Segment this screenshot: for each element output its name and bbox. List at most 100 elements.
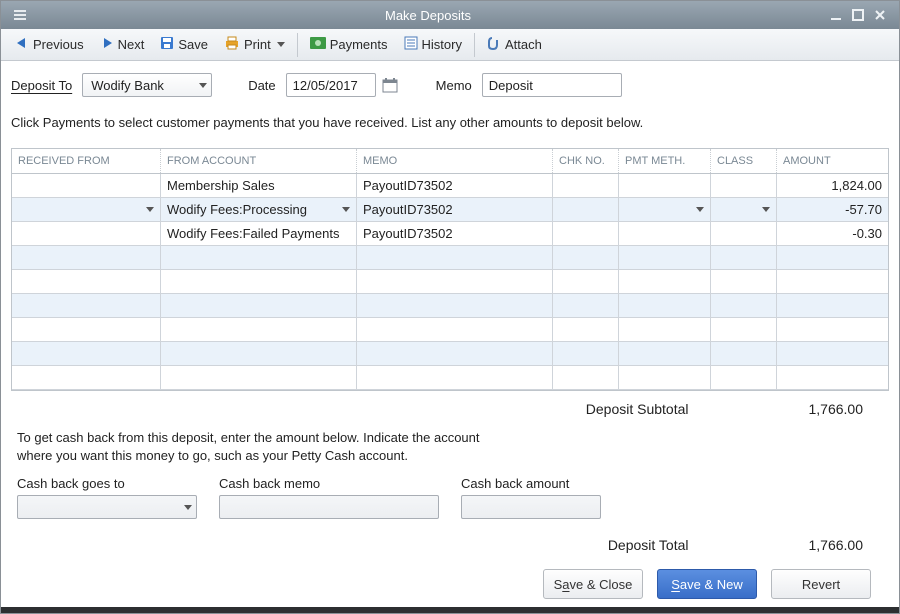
table-cell[interactable] [618,318,710,341]
table-cell[interactable] [552,198,618,221]
table-row[interactable] [12,366,888,390]
table-cell[interactable] [356,318,552,341]
col-memo[interactable]: MEMO [356,149,552,173]
col-pmt-meth[interactable]: PMT METH. [618,149,710,173]
table-cell[interactable] [12,270,160,293]
table-cell[interactable] [710,222,776,245]
table-cell[interactable]: -57.70 [776,198,888,221]
table-cell[interactable] [552,270,618,293]
table-cell[interactable] [12,198,160,221]
table-cell[interactable]: 1,824.00 [776,174,888,197]
table-cell[interactable] [618,198,710,221]
table-cell[interactable] [12,222,160,245]
table-cell[interactable] [710,294,776,317]
table-cell[interactable] [12,318,160,341]
table-cell[interactable] [618,294,710,317]
table-cell[interactable] [160,366,356,389]
table-cell[interactable] [618,366,710,389]
table-cell[interactable] [776,318,888,341]
table-cell[interactable]: Wodify Fees:Failed Payments [160,222,356,245]
table-cell[interactable] [552,174,618,197]
table-row[interactable] [12,246,888,270]
calendar-icon[interactable] [380,75,400,95]
table-cell[interactable] [552,342,618,365]
table-cell[interactable]: -0.30 [776,222,888,245]
table-row[interactable] [12,342,888,366]
table-cell[interactable] [618,342,710,365]
payments-button[interactable]: Payments [302,34,396,55]
table-cell[interactable] [552,246,618,269]
table-cell[interactable] [356,366,552,389]
table-cell[interactable] [552,294,618,317]
col-class[interactable]: CLASS [710,149,776,173]
table-cell[interactable] [356,270,552,293]
table-cell[interactable] [12,174,160,197]
table-cell[interactable] [356,342,552,365]
table-cell[interactable] [12,294,160,317]
previous-button[interactable]: Previous [7,33,92,56]
table-cell[interactable] [618,246,710,269]
table-cell[interactable] [12,366,160,389]
cashback-goes-to-dropdown[interactable] [17,495,197,519]
table-cell[interactable] [160,318,356,341]
table-cell[interactable] [356,294,552,317]
cashback-amount-input[interactable] [461,495,601,519]
save-button[interactable]: Save [152,33,216,56]
table-row[interactable] [12,270,888,294]
history-button[interactable]: History [396,33,470,56]
table-cell[interactable] [710,366,776,389]
table-row[interactable]: Wodify Fees:Failed PaymentsPayoutID73502… [12,222,888,246]
maximize-icon[interactable] [847,6,869,24]
table-cell[interactable] [356,246,552,269]
col-received-from[interactable]: RECEIVED FROM [12,149,160,173]
cashback-memo-input[interactable] [219,495,439,519]
window-menu-icon[interactable] [9,6,31,24]
table-cell[interactable] [552,222,618,245]
table-row[interactable] [12,294,888,318]
next-button[interactable]: Next [92,33,153,56]
memo-input[interactable]: Deposit [482,73,622,97]
save-and-new-button[interactable]: Save & New [657,569,757,599]
table-cell[interactable]: PayoutID73502 [356,222,552,245]
table-cell[interactable] [776,342,888,365]
col-chk-no[interactable]: CHK NO. [552,149,618,173]
table-cell[interactable] [710,318,776,341]
table-cell[interactable] [12,246,160,269]
table-cell[interactable] [776,246,888,269]
table-cell[interactable] [710,270,776,293]
col-amount[interactable]: AMOUNT [776,149,888,173]
table-cell[interactable] [552,366,618,389]
deposit-to-dropdown[interactable]: Wodify Bank [82,73,212,97]
table-cell[interactable] [160,270,356,293]
table-cell[interactable]: Membership Sales [160,174,356,197]
save-and-close-button[interactable]: Save & Close [543,569,643,599]
table-cell[interactable] [710,198,776,221]
table-cell[interactable] [160,342,356,365]
table-row[interactable]: Wodify Fees:ProcessingPayoutID73502 -57.7… [12,198,888,222]
attach-button[interactable]: Attach [479,33,550,56]
table-cell[interactable] [160,294,356,317]
table-row[interactable] [12,318,888,342]
table-cell[interactable] [710,342,776,365]
minimize-icon[interactable] [825,6,847,24]
col-from-account[interactable]: FROM ACCOUNT [160,149,356,173]
grid-body[interactable]: Membership SalesPayoutID735021,824.00Wod… [12,174,888,390]
table-cell[interactable]: Wodify Fees:Processing [160,198,356,221]
table-cell[interactable] [552,318,618,341]
table-row[interactable]: Membership SalesPayoutID73502 1,824.00 [12,174,888,198]
table-cell[interactable] [710,246,776,269]
table-cell[interactable]: PayoutID73502 [356,198,552,221]
table-cell[interactable] [618,222,710,245]
table-cell[interactable] [710,174,776,197]
table-cell[interactable]: PayoutID73502 [356,174,552,197]
close-icon[interactable] [869,6,891,24]
table-cell[interactable] [776,270,888,293]
table-cell[interactable] [160,246,356,269]
date-input[interactable]: 12/05/2017 [286,73,376,97]
print-button[interactable]: Print [216,33,293,56]
table-cell[interactable] [776,366,888,389]
table-cell[interactable] [618,270,710,293]
table-cell[interactable] [776,294,888,317]
table-cell[interactable] [618,174,710,197]
table-cell[interactable] [12,342,160,365]
